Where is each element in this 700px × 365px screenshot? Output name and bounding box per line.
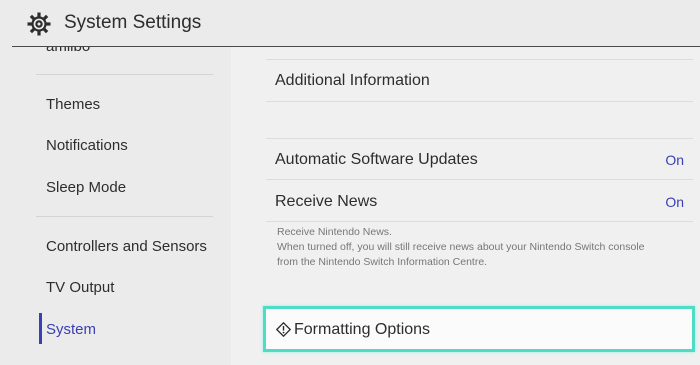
sidebar-item-system[interactable]: System (46, 321, 96, 338)
page-title: System Settings (64, 12, 202, 33)
gear-icon (27, 12, 51, 36)
header-divider (12, 46, 700, 47)
row-divider (266, 138, 693, 139)
selection-indicator (39, 313, 42, 344)
automatic-software-updates-label[interactable]: Automatic Software Updates (275, 151, 478, 169)
receive-news-description-line: Receive Nintendo News. (277, 226, 392, 238)
sidebar-item-controllers-and-sensors[interactable]: Controllers and Sensors (46, 238, 207, 255)
row-divider (266, 59, 693, 60)
sidebar-item-themes[interactable]: Themes (46, 96, 100, 113)
sidebar-divider (36, 216, 213, 217)
sidebar-divider (36, 74, 213, 75)
formatting-options-label: Formatting Options (294, 321, 431, 338)
formatting-options-button[interactable]: Formatting Options (263, 306, 695, 352)
row-divider (266, 221, 693, 222)
warning-diamond-icon (276, 322, 291, 337)
sidebar-item-notifications[interactable]: Notifications (46, 137, 128, 154)
receive-news-value[interactable]: On (665, 194, 684, 210)
header: System Settings (0, 0, 700, 47)
sidebar-item-tv-output[interactable]: TV Output (46, 279, 114, 296)
additional-information-item[interactable]: Additional Information (275, 72, 430, 90)
receive-news-description-line: When turned off, you will still receive … (277, 241, 645, 253)
row-divider (266, 179, 693, 180)
automatic-software-updates-value[interactable]: On (665, 152, 684, 168)
receive-news-label[interactable]: Receive News (275, 193, 377, 211)
sidebar: amiibo Themes Notifications Sleep Mode C… (0, 47, 231, 365)
sidebar-item-sleep-mode[interactable]: Sleep Mode (46, 179, 126, 196)
row-divider (266, 101, 693, 102)
sidebar-item-amiibo[interactable]: amiibo (46, 47, 90, 55)
receive-news-description-line: from the Nintendo Switch Information Cen… (277, 256, 488, 268)
